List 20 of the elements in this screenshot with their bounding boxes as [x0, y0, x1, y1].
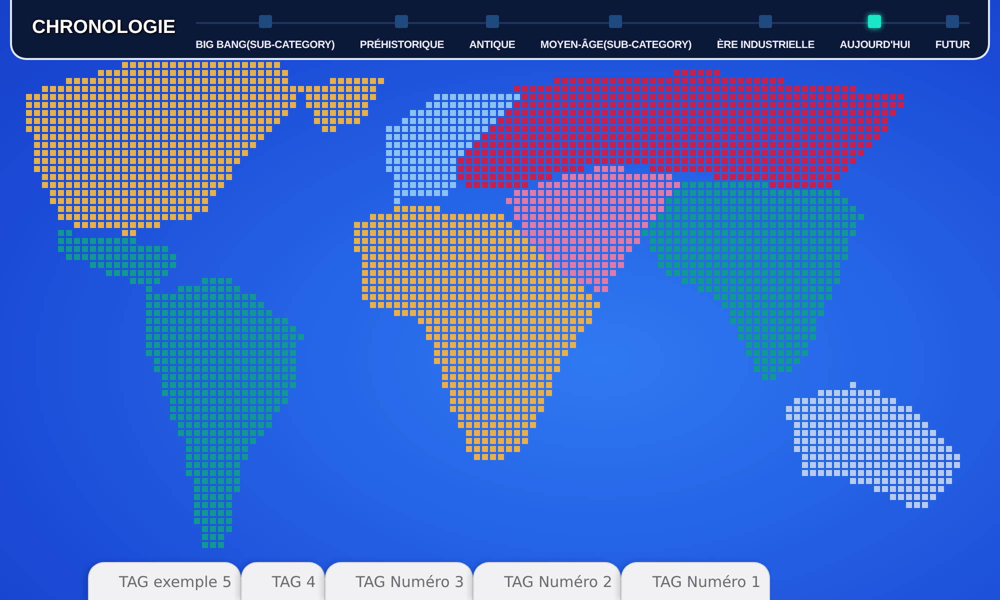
timeline-label[interactable]: ANTIQUE — [469, 39, 516, 51]
timeline-node[interactable] — [609, 15, 622, 28]
tag-tab[interactable]: TAG Numéro 1 — [621, 562, 770, 600]
tag-tab[interactable]: TAG 4 — [240, 562, 325, 600]
timeline-label[interactable]: AUJOURD'HUI — [840, 39, 910, 51]
timeline-label[interactable]: ÈRE INDUSTRIELLE — [716, 39, 815, 51]
timeline-node[interactable] — [258, 15, 272, 28]
timeline-node[interactable] — [395, 15, 408, 28]
tag-tab[interactable]: TAG Numéro 3 — [324, 562, 474, 600]
timeline-label[interactable]: PRÉHISTORIQUE — [360, 39, 444, 51]
timeline-node[interactable] — [759, 15, 772, 28]
timeline-label[interactable]: BIG BANG(SUB-CATEGORY) — [196, 39, 335, 51]
timeline-label[interactable]: FUTUR — [935, 39, 970, 51]
tag-tab[interactable]: TAG exemple 5 — [88, 562, 241, 600]
timeline-label[interactable]: MOYEN-ÂGE(SUB-CATEGORY) — [540, 39, 692, 51]
page-title: CHRONOLOGIE — [32, 17, 176, 39]
timeline-node[interactable] — [868, 15, 882, 28]
tag-tab[interactable]: TAG Numéro 2 — [473, 562, 622, 600]
timeline-node[interactable] — [946, 15, 960, 28]
timeline-node[interactable] — [486, 15, 499, 28]
